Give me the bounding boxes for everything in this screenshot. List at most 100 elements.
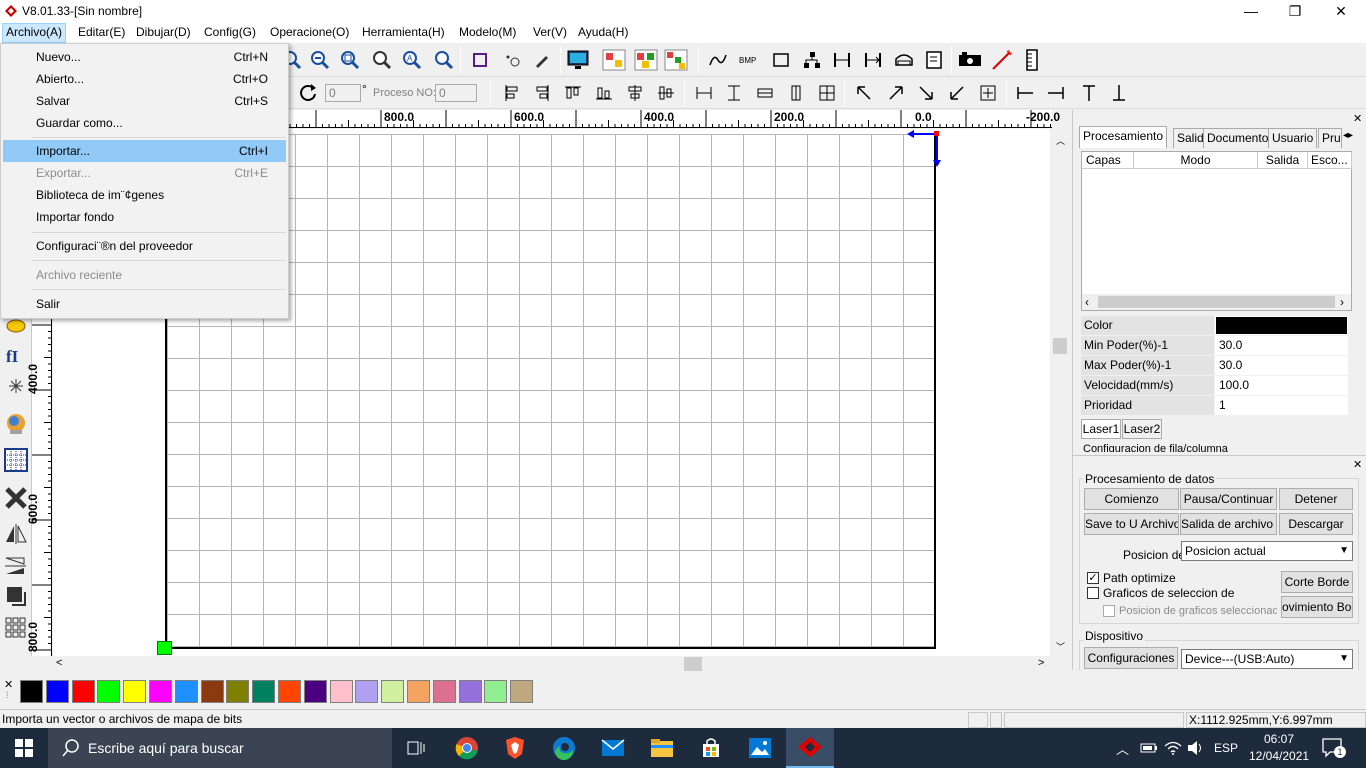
scroll-left-icon[interactable]: ‹ [1085, 295, 1089, 309]
prop-priority-value[interactable]: 1 [1215, 396, 1348, 415]
color-swatch[interactable] [458, 680, 482, 703]
center-page-icon[interactable] [815, 81, 839, 105]
download-button[interactable]: Descargar [1279, 513, 1353, 535]
dist-h-icon[interactable] [753, 81, 777, 105]
bitmap-tool-icon[interactable] [4, 412, 28, 436]
array3-icon[interactable] [664, 48, 688, 72]
align-top-icon[interactable] [561, 81, 585, 105]
monitor-icon[interactable] [566, 48, 590, 72]
minimize-button[interactable]: — [1228, 0, 1274, 23]
wifi-icon[interactable] [1164, 740, 1182, 756]
tab-usuario[interactable]: Usuario [1268, 128, 1318, 148]
array2-icon[interactable] [634, 48, 658, 72]
battery-icon[interactable] [1140, 741, 1158, 755]
h-dimension2-icon[interactable] [861, 48, 885, 72]
menu-archivo[interactable]: Archivo(A) [2, 23, 67, 43]
laser-head-icon[interactable] [892, 48, 916, 72]
save-to-u-button[interactable]: Save to U Archivo [1084, 513, 1179, 535]
color-swatch[interactable] [510, 680, 534, 703]
color-swatch[interactable] [432, 680, 456, 703]
move-bottom-icon[interactable] [1107, 81, 1131, 105]
zoom-page-icon[interactable] [338, 48, 362, 72]
horizontal-scrollbar[interactable]: < > [52, 656, 1052, 672]
col-escoger[interactable]: Esco... [1308, 152, 1352, 169]
prop-max-power-value[interactable]: 30.0 [1215, 356, 1348, 375]
move-border-button[interactable]: ovimiento Bord [1281, 596, 1353, 618]
dot-tool-icon[interactable] [4, 374, 28, 398]
chrome-icon[interactable] [443, 728, 491, 768]
camera-icon[interactable] [958, 48, 982, 72]
edge-icon[interactable] [540, 728, 588, 768]
text-tool-icon[interactable]: fI [4, 344, 28, 368]
mirror-h-icon[interactable] [4, 522, 28, 546]
menu-operacione[interactable]: Operacione(O) [267, 23, 352, 43]
zoom-window-icon[interactable] [432, 48, 456, 72]
laser-pointer-icon[interactable] [990, 48, 1014, 72]
color-swatch[interactable] [45, 680, 69, 703]
color-swatch[interactable] [226, 680, 250, 703]
prop-color-value[interactable] [1215, 316, 1348, 335]
menu-item-abierto[interactable]: Abierto... Ctrl+O [3, 68, 286, 90]
layers-table[interactable]: Capas Modo Salida Esco... ‹ › [1081, 151, 1352, 311]
menu-ayuda[interactable]: Ayuda(H) [575, 23, 631, 43]
arrow-center-icon[interactable] [976, 81, 1000, 105]
zoom-select-icon[interactable]: A [400, 48, 424, 72]
prop-min-power-value[interactable]: 30.0 [1215, 336, 1348, 355]
menu-item-nuevo[interactable]: Nuevo... Ctrl+N [3, 46, 286, 68]
path-optimize-checkbox[interactable]: ✓ [1087, 572, 1099, 584]
menu-item-salvar[interactable]: Salvar Ctrl+S [3, 90, 286, 112]
move-top-icon[interactable] [1077, 81, 1101, 105]
close-panel-icon[interactable]: ✕ [1353, 458, 1362, 471]
color-swatch[interactable] [381, 680, 405, 703]
u-file-output-button[interactable]: Salida de archivo U [1180, 513, 1277, 535]
graphics-selection-checkbox[interactable] [1087, 587, 1099, 599]
language-indicator[interactable]: ESP [1214, 741, 1238, 755]
store-icon[interactable] [687, 728, 735, 768]
settings-button[interactable]: Configuraciones [1084, 647, 1178, 669]
col-salida[interactable]: Salida [1258, 152, 1308, 169]
menu-item-importar[interactable]: Importar... Ctrl+I [3, 140, 286, 162]
arrow-tr-icon[interactable] [884, 81, 908, 105]
h-dimension-icon[interactable] [830, 48, 854, 72]
start-button[interactable]: Comienzo [1084, 488, 1179, 510]
center-h-icon[interactable] [623, 81, 647, 105]
device-select[interactable]: Device---(USB:Auto) ▼ [1181, 649, 1353, 669]
tab-documento[interactable]: Documento [1203, 128, 1273, 148]
restore-button[interactable]: ❐ [1272, 0, 1318, 23]
scroll-down-icon[interactable]: ﹀ [1056, 640, 1065, 653]
zoom-all-icon[interactable] [370, 48, 394, 72]
zoom-out-icon[interactable] [308, 48, 332, 72]
color-swatch[interactable] [303, 680, 327, 703]
color-swatch[interactable] [97, 680, 121, 703]
col-modo[interactable]: Modo [1134, 152, 1258, 169]
same-height-icon[interactable] [722, 81, 746, 105]
color-swatch[interactable] [200, 680, 224, 703]
menu-item-guardar-como[interactable]: Guardar como... [3, 112, 286, 134]
stop-button[interactable]: Detener [1279, 488, 1353, 510]
menu-item-configuracion-proveedor[interactable]: Configuraci¨®n del proveedor [3, 235, 286, 257]
clock-date[interactable]: 12/04/2021 [1249, 749, 1309, 763]
scroll-up-icon[interactable]: ︿ [1056, 134, 1065, 147]
scroll-left-icon[interactable]: < [56, 657, 62, 669]
position-select[interactable]: Posicion actual ▼ [1181, 541, 1353, 561]
center-v-icon[interactable] [654, 81, 678, 105]
vertical-scrollbar[interactable]: ︿ ﹀ [1052, 128, 1068, 656]
col-capas[interactable]: Capas [1082, 152, 1134, 169]
menu-config[interactable]: Config(G) [201, 23, 259, 43]
document-icon[interactable] [922, 48, 946, 72]
rectangle-icon[interactable] [769, 48, 793, 72]
task-view-icon[interactable] [392, 728, 440, 768]
pause-continue-button[interactable]: Pausa/Continuar [1180, 488, 1277, 510]
frame-icon[interactable] [468, 48, 492, 72]
grid-tool-icon[interactable] [4, 448, 28, 472]
menu-item-archivo-reciente[interactable]: Archivo reciente [3, 264, 286, 286]
mail-icon[interactable] [589, 728, 637, 768]
menu-item-importar-fondo[interactable]: Importar fondo [3, 206, 286, 228]
selected-graphics-position-checkbox[interactable] [1103, 605, 1115, 617]
cut-border-button[interactable]: Corte Borde [1281, 571, 1353, 593]
color-swatch[interactable] [484, 680, 508, 703]
scroll-thumb[interactable] [1053, 338, 1067, 354]
close-button[interactable]: ✕ [1318, 0, 1364, 23]
menu-item-exportar[interactable]: Exportar... Ctrl+E [3, 162, 286, 184]
array-icon[interactable] [602, 48, 626, 72]
